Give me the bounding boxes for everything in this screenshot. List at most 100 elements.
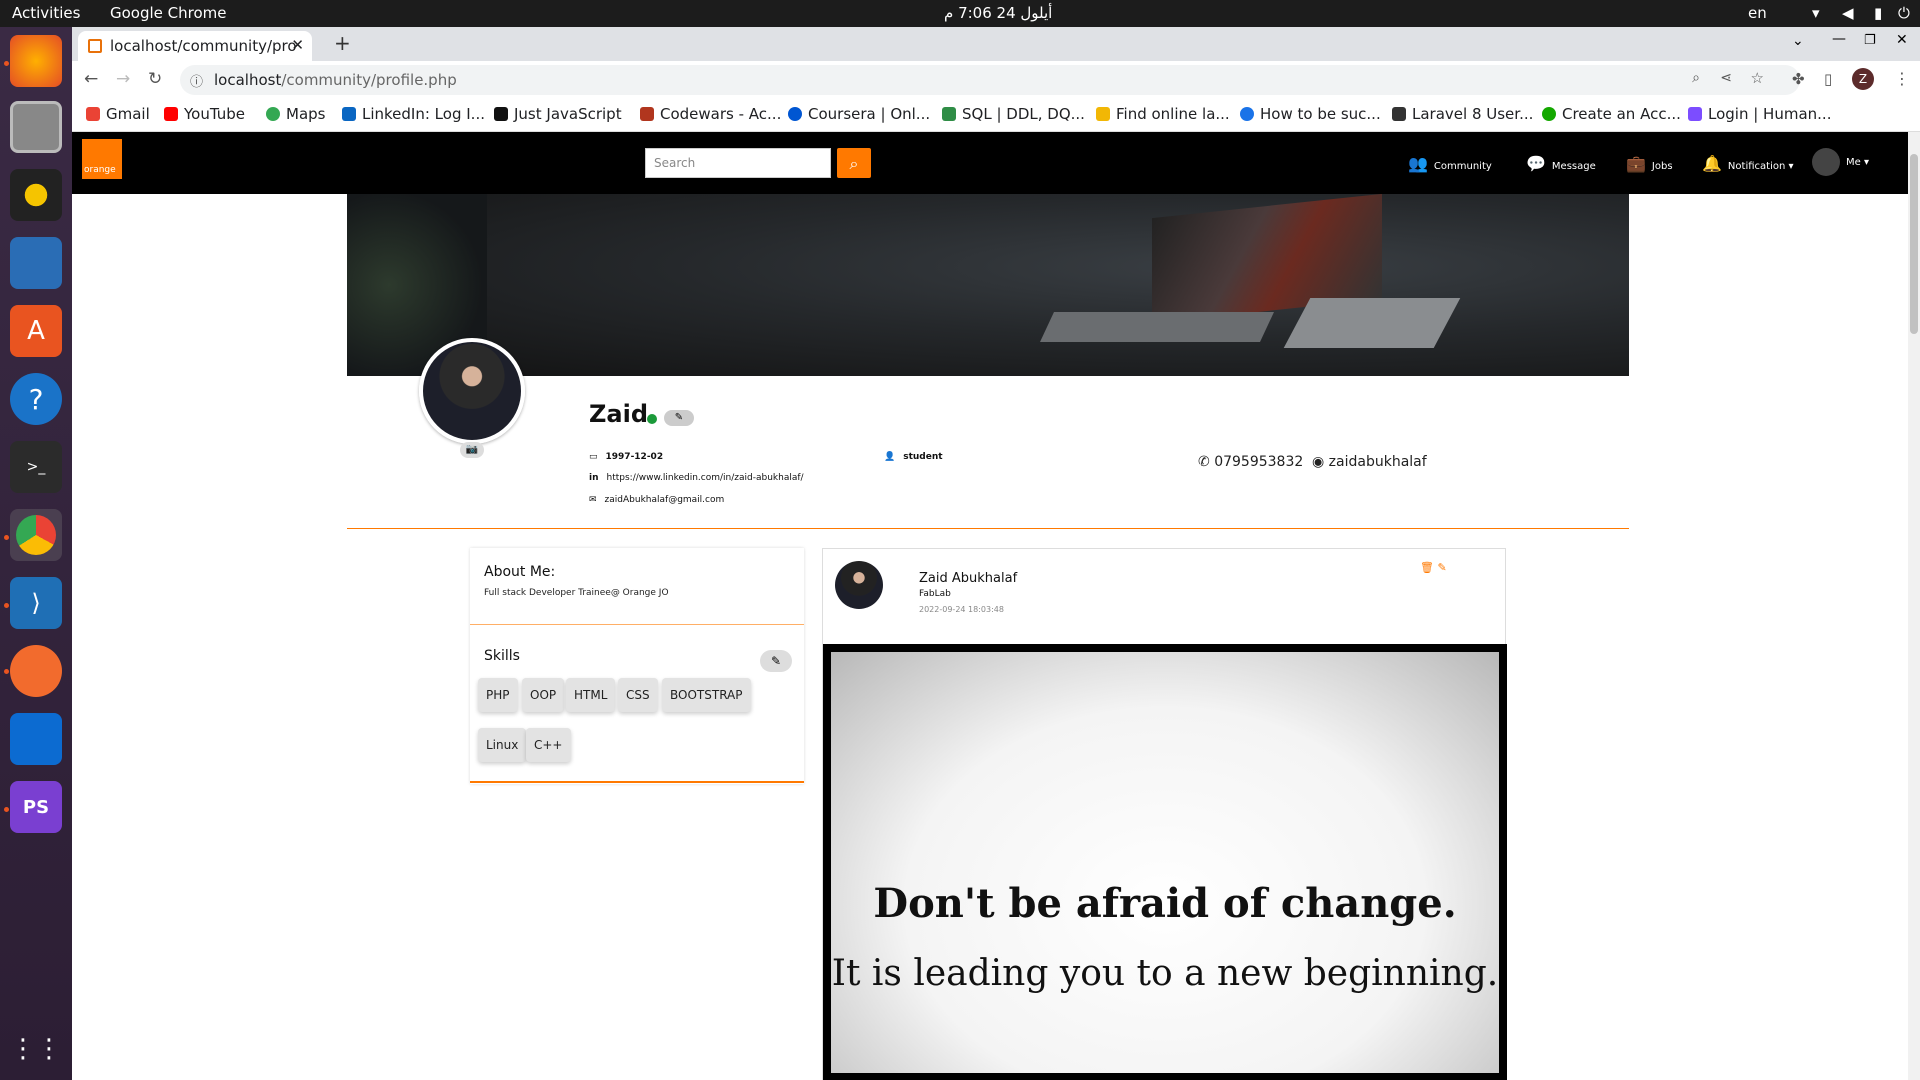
scrollbar-thumb[interactable] bbox=[1910, 154, 1918, 334]
new-tab-icon[interactable]: + bbox=[334, 31, 351, 55]
minimize-icon[interactable]: — bbox=[1832, 31, 1846, 47]
phpstorm-icon[interactable]: PS bbox=[10, 781, 62, 833]
profile-avatar-icon[interactable]: Z bbox=[1852, 68, 1874, 90]
menu-icon[interactable]: ⋮ bbox=[1894, 69, 1910, 88]
site-navbar: orange Search ⌕ 👥 Community 💬 Message 💼 Job… bbox=[72, 132, 1908, 194]
avatar-camera-icon[interactable]: 📷 bbox=[460, 442, 484, 458]
bookmark-sql[interactable]: SQL | DDL, DQ... bbox=[942, 105, 1085, 123]
nav-message[interactable]: 💬 Message bbox=[1526, 154, 1596, 173]
bookmark-star-icon[interactable]: ☆ bbox=[1751, 69, 1764, 87]
bookmark-maps[interactable]: Maps bbox=[266, 105, 325, 123]
quote-line-2: It is leading you to a new beginning. bbox=[831, 953, 1499, 994]
activities-button[interactable]: Activities bbox=[12, 4, 80, 22]
url-input[interactable]: ⓘ localhost/community/profile.php ⌕ ⋖ ☆ bbox=[180, 65, 1800, 95]
files-icon[interactable] bbox=[10, 101, 62, 153]
cover-photo bbox=[347, 194, 1629, 376]
chrome-icon[interactable] bbox=[10, 509, 62, 561]
bookmark-linkedin[interactable]: LinkedIn: Log I... bbox=[342, 105, 485, 123]
jobs-icon: 💼 bbox=[1626, 154, 1646, 173]
volume-icon[interactable]: ◀ bbox=[1842, 4, 1854, 22]
edit-icon[interactable]: ✎ bbox=[1437, 561, 1446, 574]
post-author-avatar[interactable] bbox=[835, 561, 883, 609]
email: ✉ zaidAbukhalaf@gmail.com bbox=[589, 495, 725, 505]
close-window-icon[interactable]: ✕ bbox=[1896, 32, 1908, 48]
linkedin-icon: in bbox=[589, 473, 599, 483]
system-top-bar: Activities Google Chrome أيلول 24 7:06 م… bbox=[0, 0, 1920, 27]
bookmark-codewars[interactable]: Codewars - Ac... bbox=[640, 105, 781, 123]
writer-icon[interactable] bbox=[10, 237, 62, 289]
site-info-icon[interactable]: ⓘ bbox=[190, 71, 203, 90]
forward-icon[interactable]: → bbox=[116, 69, 130, 89]
bookmark-login-human[interactable]: Login | Human... bbox=[1688, 105, 1831, 123]
firefox-icon[interactable] bbox=[10, 35, 62, 87]
rhythmbox-icon[interactable] bbox=[10, 169, 62, 221]
favicon-icon bbox=[88, 39, 102, 53]
tab-title: localhost/community/pro bbox=[110, 37, 297, 55]
bookmark-how-to[interactable]: How to be suc... bbox=[1240, 105, 1381, 123]
trello-icon[interactable] bbox=[10, 713, 62, 765]
nav-notification[interactable]: 🔔 Notification ▾ bbox=[1702, 154, 1794, 173]
side-panel-icon[interactable]: ▯ bbox=[1824, 70, 1832, 88]
bookmark-laravel[interactable]: Laravel 8 User... bbox=[1392, 105, 1533, 123]
linkedin-link[interactable]: in https://www.linkedin.com/in/zaid-abukh… bbox=[589, 473, 804, 483]
bookmark-create-account[interactable]: Create an Acc... bbox=[1542, 105, 1681, 123]
profile-header bbox=[347, 376, 1629, 529]
url-host: localhost bbox=[214, 71, 282, 89]
edit-profile-button[interactable]: ✎ bbox=[664, 410, 694, 426]
bookmark-coursera[interactable]: Coursera | Onl... bbox=[788, 105, 930, 123]
reload-icon[interactable]: ↻ bbox=[148, 69, 162, 89]
post-org: FabLab bbox=[919, 589, 951, 599]
app-menu[interactable]: Google Chrome bbox=[110, 4, 227, 22]
nav-community[interactable]: 👥 Community bbox=[1408, 154, 1492, 173]
orange-logo[interactable]: orange bbox=[82, 139, 122, 179]
envelope-icon: ✉ bbox=[589, 495, 597, 505]
search-button[interactable]: ⌕ bbox=[837, 148, 871, 178]
battery-icon[interactable]: ▮ bbox=[1874, 4, 1882, 22]
search-icon: ⌕ bbox=[849, 154, 859, 173]
zoom-icon[interactable]: ⌕ bbox=[1692, 70, 1700, 86]
tab-search-icon[interactable]: ⌄ bbox=[1792, 33, 1804, 49]
profile-avatar bbox=[419, 338, 525, 444]
skills-title: Skills bbox=[484, 648, 520, 664]
edit-skills-button[interactable]: ✎ bbox=[760, 650, 792, 672]
delete-icon[interactable]: 🗑 bbox=[1420, 561, 1434, 574]
github-link[interactable]: ◉ zaidabukhalaf bbox=[1312, 454, 1427, 470]
scrollbar[interactable] bbox=[1908, 132, 1920, 1080]
maximize-icon[interactable]: ❐ bbox=[1864, 33, 1876, 48]
skill-chip: CSS bbox=[618, 678, 658, 712]
back-icon[interactable]: ← bbox=[84, 69, 98, 89]
bookmark-gmail[interactable]: Gmail bbox=[86, 105, 150, 123]
card-bottom-line bbox=[470, 781, 804, 783]
bookmark-find-online[interactable]: Find online la... bbox=[1096, 105, 1230, 123]
post-actions: 🗑 ✎ bbox=[1420, 561, 1447, 574]
address-bar: ← → ↻ ⓘ localhost/community/profile.php … bbox=[72, 61, 1920, 99]
terminal-icon[interactable]: >_ bbox=[10, 441, 62, 493]
clock[interactable]: أيلول 24 7:06 م bbox=[944, 4, 1052, 22]
software-icon[interactable]: A bbox=[10, 305, 62, 357]
nav-jobs[interactable]: 💼 Jobs bbox=[1626, 154, 1673, 173]
tab-strip: localhost/community/pro ✕ + ⌄ — ❐ ✕ bbox=[72, 27, 1920, 61]
show-apps-icon[interactable]: ⋮⋮ bbox=[10, 1023, 62, 1075]
quote-image: Don't be afraid of change. It is leading… bbox=[831, 652, 1499, 1073]
bookmarks-bar: Gmail YouTube Maps LinkedIn: Log I... Ju… bbox=[72, 99, 1920, 132]
calendar-icon: ▭ bbox=[589, 452, 598, 462]
close-tab-icon[interactable]: ✕ bbox=[291, 36, 304, 54]
page-content: orange Search ⌕ 👥 Community 💬 Message 💼 Job… bbox=[72, 132, 1908, 1080]
postman-icon[interactable] bbox=[10, 645, 62, 697]
language-indicator[interactable]: en bbox=[1748, 4, 1767, 22]
skill-chip: HTML bbox=[566, 678, 616, 712]
vscode-icon[interactable]: ⟩ bbox=[10, 577, 62, 629]
search-input[interactable]: Search bbox=[645, 148, 831, 178]
help-icon[interactable]: ? bbox=[10, 373, 62, 425]
wifi-icon[interactable]: ▾ bbox=[1812, 4, 1820, 22]
extensions-icon[interactable]: ✤ bbox=[1792, 70, 1805, 88]
bookmark-just-javascript[interactable]: Just JavaScript bbox=[494, 105, 622, 123]
active-tab[interactable]: localhost/community/pro ✕ bbox=[78, 31, 312, 61]
post-author[interactable]: Zaid Abukhalaf bbox=[919, 571, 1017, 586]
url-path: /community/profile.php bbox=[281, 71, 457, 89]
power-icon[interactable]: ⏻ bbox=[1898, 4, 1910, 22]
cover-keyboard bbox=[1040, 312, 1274, 342]
bookmark-youtube[interactable]: YouTube bbox=[164, 105, 245, 123]
share-icon[interactable]: ⋖ bbox=[1720, 70, 1732, 86]
nav-me[interactable]: Me ▾ bbox=[1812, 148, 1869, 176]
